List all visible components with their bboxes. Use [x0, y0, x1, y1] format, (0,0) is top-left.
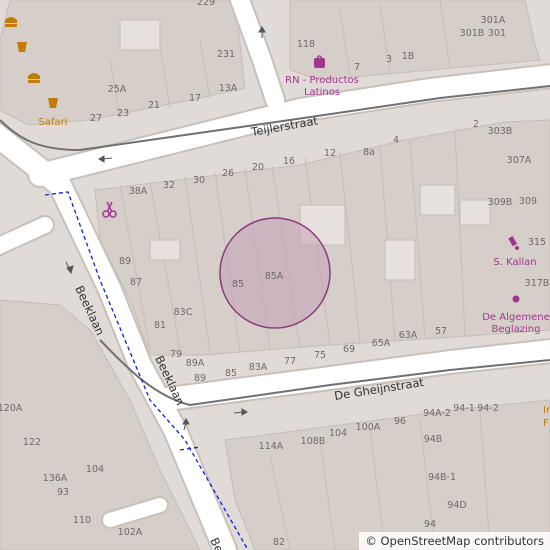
- house-number: 63A: [399, 330, 418, 341]
- house-number: 69: [343, 344, 355, 355]
- house-number: 229: [197, 0, 215, 8]
- house-number: 120A: [0, 403, 23, 414]
- attribution-text[interactable]: OpenStreetMap contributors: [380, 534, 544, 548]
- house-number: 4: [393, 135, 399, 146]
- house-number: 231: [217, 49, 235, 60]
- house-number: 94D: [447, 500, 466, 511]
- poi-label-algemene-2: Beglazing: [492, 324, 541, 335]
- house-number: 301B: [460, 28, 485, 39]
- edge-label-1: Ir: [543, 405, 550, 416]
- house-number: 83C: [174, 307, 193, 318]
- house-number: 85: [225, 368, 237, 379]
- house-number: 104: [329, 428, 347, 439]
- house-number: 85: [232, 279, 244, 290]
- house-number: 12: [324, 148, 336, 159]
- map-canvas[interactable]: Teijlerstraat De Gheijnstraat Beeklaan B…: [0, 0, 550, 550]
- poi-label-algemene-1: De Algemene: [482, 312, 550, 323]
- house-number: 136A: [43, 473, 68, 484]
- house-number: 102A: [118, 527, 143, 538]
- house-number: 94-1: [453, 403, 475, 414]
- poi-label-rn: RN - Productos: [285, 75, 359, 86]
- map-attribution[interactable]: © OpenStreetMap contributors: [359, 532, 550, 550]
- house-number: 94: [424, 519, 436, 530]
- house-number: 85A: [265, 271, 284, 282]
- house-number: 25A: [108, 84, 127, 95]
- house-number: 26: [222, 168, 234, 179]
- house-number: 301A: [481, 15, 506, 26]
- house-number: 94A-2: [423, 408, 451, 419]
- house-number: 23: [117, 108, 129, 119]
- house-number: 315: [528, 237, 546, 248]
- house-number: 87: [130, 277, 142, 288]
- house-number: 307A: [507, 155, 532, 166]
- house-number: 89: [119, 256, 131, 267]
- map-view[interactable]: Teijlerstraat De Gheijnstraat Beeklaan B…: [0, 0, 550, 550]
- house-number: 77: [284, 356, 296, 367]
- house-number: 79: [170, 349, 182, 360]
- house-number: 1B: [402, 51, 415, 62]
- house-number: 83A: [249, 362, 268, 373]
- house-number: 20: [252, 162, 264, 173]
- house-number: 81: [154, 320, 166, 331]
- house-number: 17: [189, 93, 201, 104]
- house-number: 114A: [259, 441, 284, 452]
- burger-icon: [5, 17, 17, 27]
- poi-label-rn-2: Latinos: [304, 87, 340, 98]
- house-number: 100A: [356, 422, 381, 433]
- house-number: 94-2: [477, 403, 499, 414]
- house-number: 93: [57, 487, 69, 498]
- house-number: 2: [473, 119, 479, 130]
- burger-icon-2: [28, 73, 40, 83]
- poi-label-kallan: S. Kallan: [493, 257, 536, 268]
- copyright-symbol: ©: [365, 534, 377, 548]
- house-number: 13A: [219, 83, 238, 94]
- house-number: 122: [23, 437, 41, 448]
- house-number: 57: [435, 326, 447, 337]
- poi-dot-icon: [512, 295, 520, 303]
- house-number: 118: [297, 39, 315, 50]
- house-number: 89A: [186, 358, 205, 369]
- house-number: 303B: [488, 126, 513, 137]
- house-number: 82: [273, 537, 285, 548]
- house-number: 301: [488, 28, 506, 39]
- edge-label-2: F: [543, 418, 549, 429]
- house-number: 32: [163, 180, 175, 191]
- house-number: 317B: [525, 278, 550, 289]
- house-number: 94B: [424, 434, 443, 445]
- house-number: 309B: [488, 197, 513, 208]
- house-number: 7: [354, 62, 360, 73]
- house-number: 30: [193, 175, 205, 186]
- house-number: 3: [386, 54, 392, 65]
- house-number: 75: [314, 350, 326, 361]
- house-number: 110: [73, 515, 91, 526]
- house-number: 89: [194, 373, 206, 384]
- house-number: 38A: [129, 186, 148, 197]
- house-number: 27: [90, 113, 102, 124]
- poi-label-safari: Safari: [38, 117, 67, 128]
- house-number: 96: [394, 416, 406, 427]
- house-number: 104: [86, 464, 104, 475]
- house-number: 16: [283, 156, 295, 167]
- house-number: 94B-1: [428, 472, 456, 483]
- house-number: 309: [519, 196, 537, 207]
- house-number: 8a: [363, 147, 375, 158]
- house-number: 21: [148, 100, 160, 111]
- house-number: 108B: [301, 436, 326, 447]
- house-number: 65A: [372, 338, 391, 349]
